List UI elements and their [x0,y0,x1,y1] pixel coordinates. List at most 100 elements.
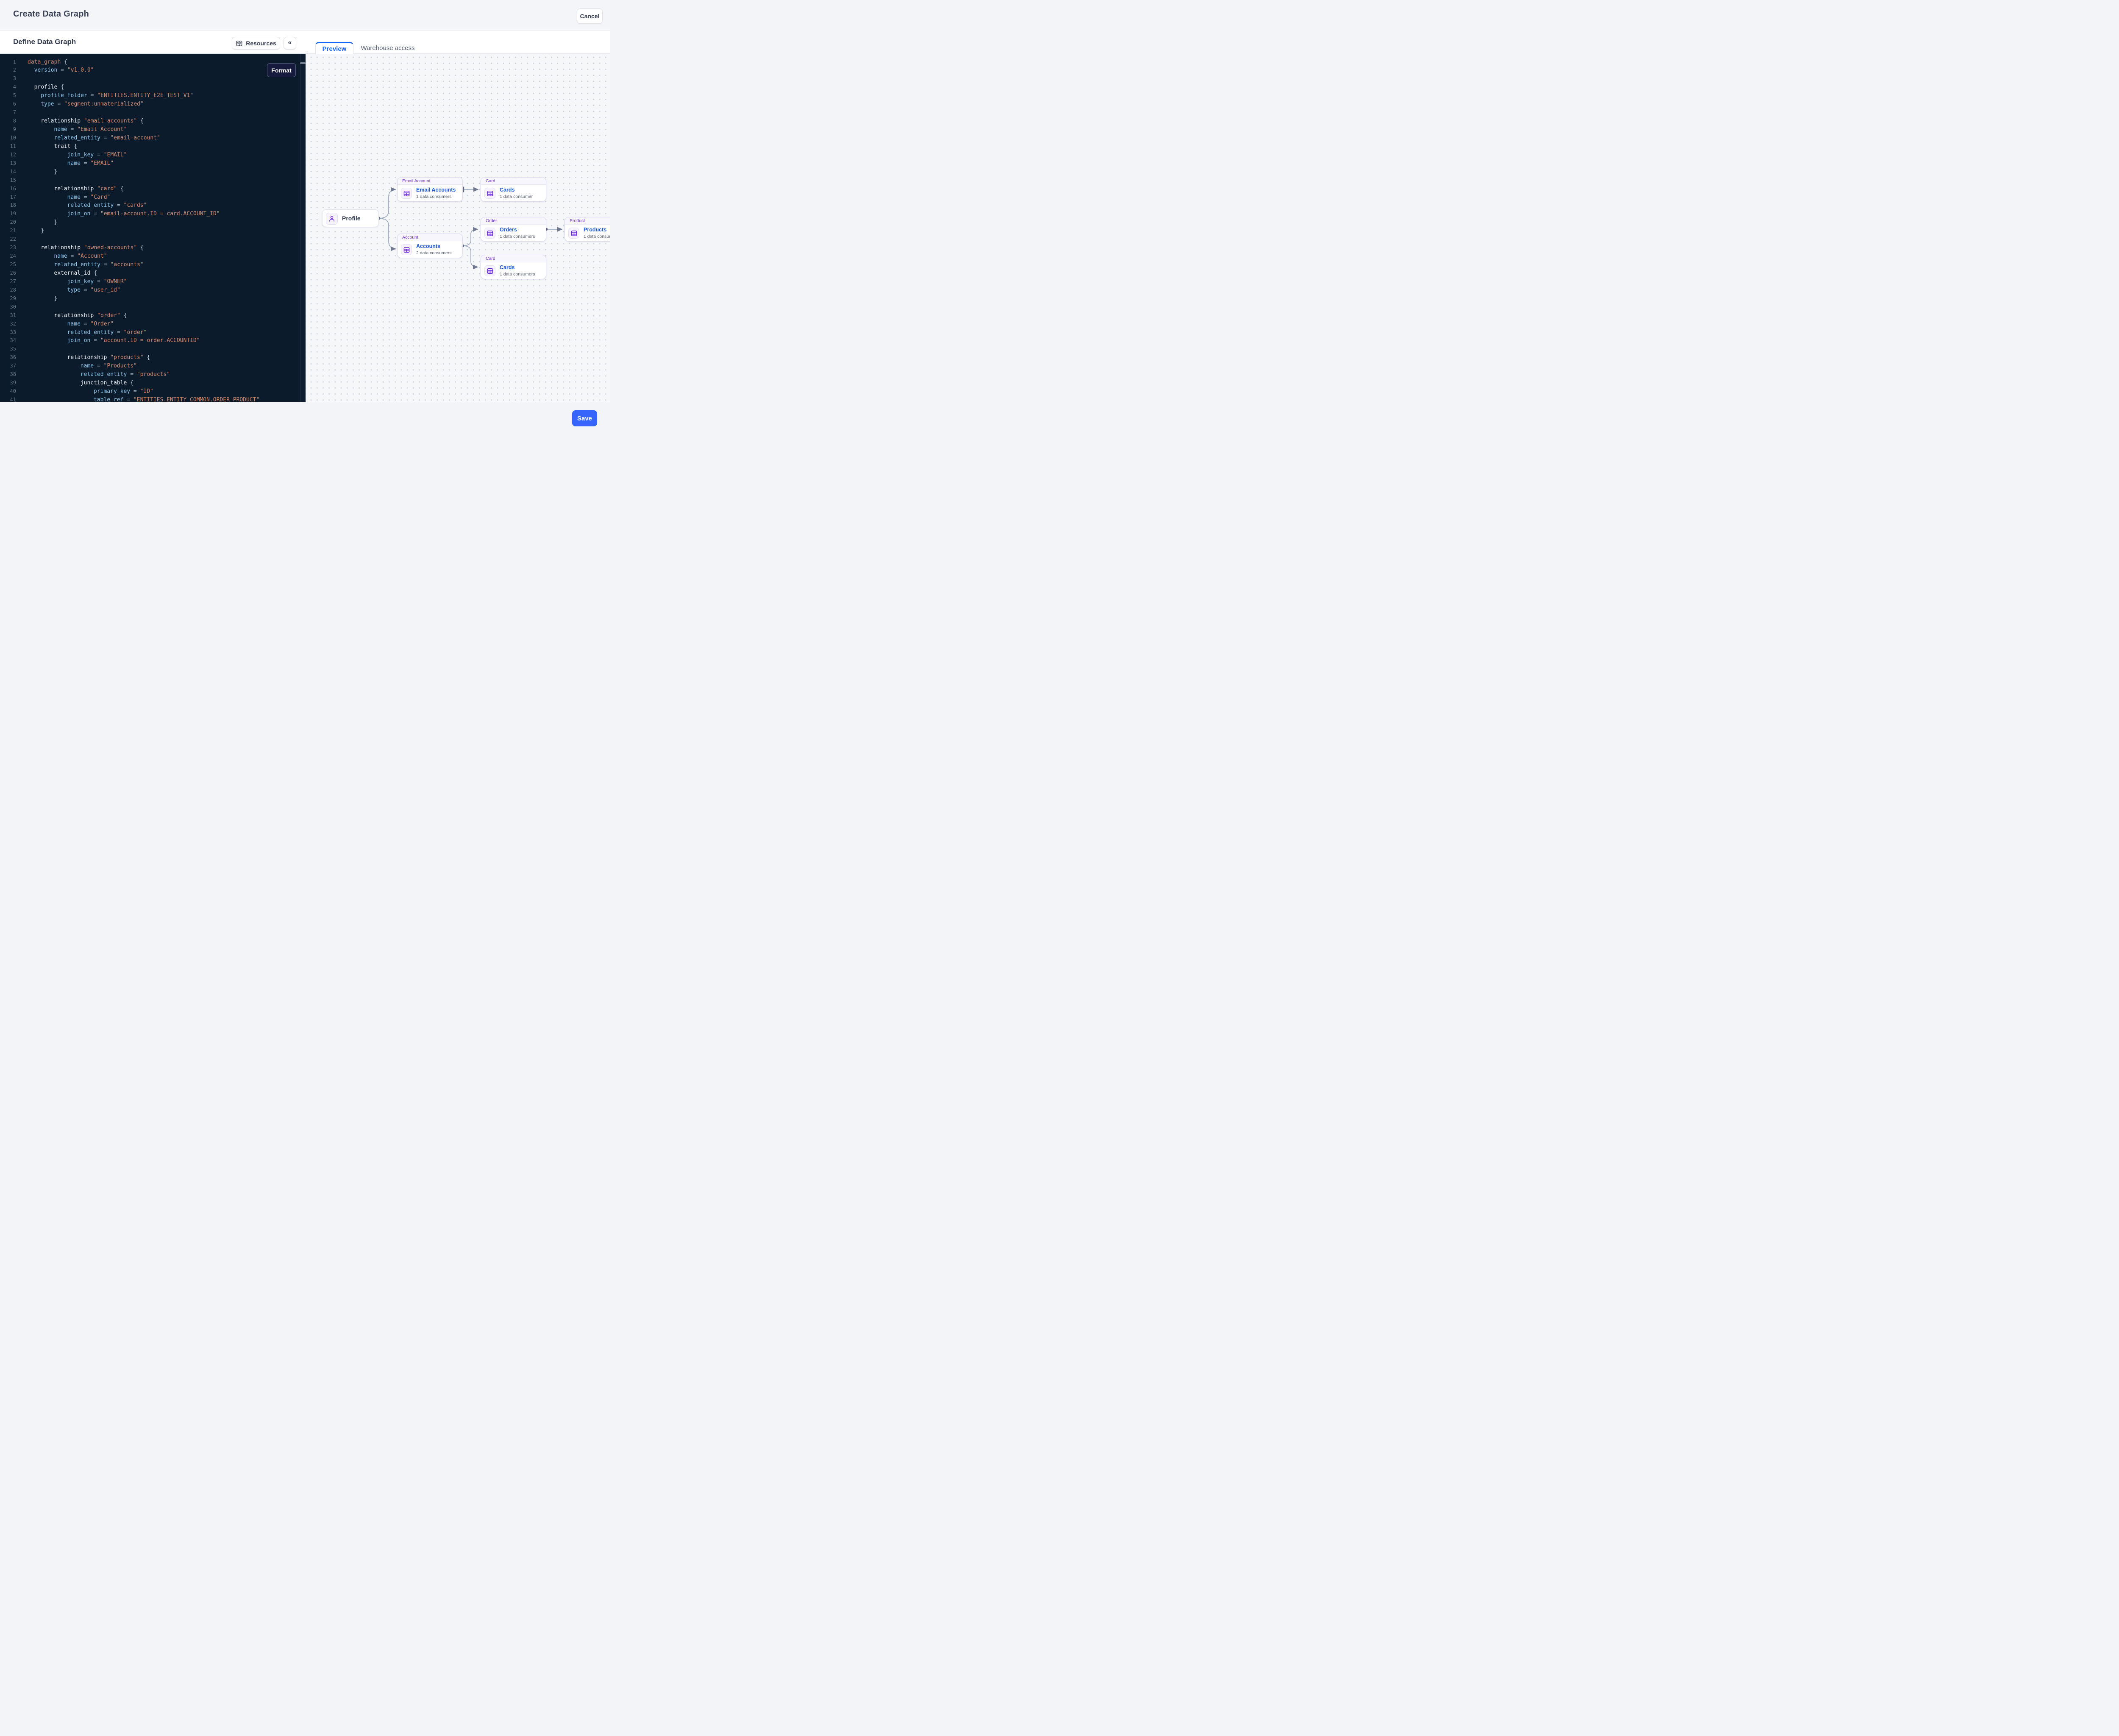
code-text: join_on = "email-account.ID = card.ACCOU… [67,210,220,218]
preview-canvas[interactable]: Profile Email AccountEmail Accounts1 dat… [306,54,610,402]
edge-profile-emailaccount [379,189,395,218]
code-line[interactable]: 34join_on = "account.ID = order.ACCOUNTI… [0,337,300,345]
line-number: 36 [0,353,16,362]
node-email-account[interactable]: Email AccountEmail Accounts1 data consum… [397,177,463,202]
code-line[interactable]: 1data_graph { [0,58,300,67]
code-text: relationship "card" { [54,185,123,193]
save-button[interactable]: Save [572,410,597,426]
line-number: 22 [0,235,16,244]
code-line[interactable]: 23relationship "owned-accounts" { [0,244,300,252]
line-number: 32 [0,320,16,328]
entity-title-link[interactable]: Accounts [416,243,440,249]
line-number: 1 [0,58,16,67]
line-number: 40 [0,387,16,396]
line-number: 26 [0,269,16,278]
code-line[interactable]: 8relationship "email-accounts" { [0,117,300,125]
code-line[interactable]: 24name = "Account" [0,252,300,261]
line-number: 20 [0,218,16,227]
line-number: 21 [0,227,16,235]
code-line[interactable]: 20} [0,218,300,227]
node-profile[interactable]: Profile [322,209,379,227]
code-line[interactable]: 4profile { [0,83,300,92]
entity-title-link[interactable]: Products [584,227,606,233]
code-line[interactable]: 31relationship "order" { [0,312,300,320]
code-line[interactable]: 9name = "Email Account" [0,125,300,134]
code-line[interactable]: 15 [0,176,300,185]
node-product[interactable]: ProductProducts1 data consumer [565,217,610,242]
collapse-panel-button[interactable]: « [284,37,296,50]
code-line[interactable]: 12 join_key = "EMAIL" [0,151,300,159]
entity-consumers-label: 1 data consumers [416,194,451,199]
code-line[interactable]: 3 [0,75,300,83]
entity-group-label: Card [481,178,546,185]
code-text: relationship "owned-accounts" { [41,244,144,252]
code-line[interactable]: 16relationship "card" { [0,185,300,193]
line-number: 12 [0,151,16,159]
code-line[interactable]: 21} [0,227,300,235]
node-card-top[interactable]: CardCards1 data consumer [481,177,546,202]
entity-consumers-label: 1 data consumers [500,234,535,239]
line-number: 37 [0,362,16,370]
code-text: type = "user_id" [67,286,120,295]
code-line[interactable]: 39junction_table { [0,379,300,387]
panel-title: Define Data Graph [13,38,76,46]
panel-divider[interactable] [300,54,306,402]
code-line[interactable]: 6type = "segment:unmaterialized" [0,100,300,108]
code-line[interactable]: 28type = "user_id" [0,286,300,295]
table-icon [401,188,412,199]
code-line[interactable]: 38related_entity = "products" [0,370,300,379]
code-line[interactable]: 25related_entity = "accounts" [0,261,300,269]
code-line[interactable]: 14} [0,168,300,176]
entity-title-link[interactable]: Email Accounts [416,187,456,193]
code-line[interactable]: 18related_entity = "cards" [0,201,300,210]
edge-account-card [463,246,478,267]
code-line[interactable]: 17name = "Card" [0,193,300,202]
code-line[interactable]: 22 [0,235,300,244]
entity-title-link[interactable]: Cards [500,187,514,193]
code-line[interactable]: 29} [0,295,300,303]
code-line[interactable]: 11trait { [0,142,300,151]
code-text: profile { [34,83,64,92]
tab-preview[interactable]: Preview [315,42,353,54]
code-line[interactable]: 7 [0,108,300,117]
resources-button[interactable]: Resources [232,37,280,50]
code-line[interactable]: 40primary_key = "ID" [0,387,300,396]
cancel-button[interactable]: Cancel [577,8,603,24]
code-line[interactable]: 33related_entity = "order" [0,328,300,337]
code-editor[interactable]: 1data_graph {2version = "v1.0.0"34profil… [0,54,300,402]
entity-title-link[interactable]: Orders [500,227,517,233]
format-button[interactable]: Format [267,63,296,77]
code-line[interactable]: 5profile_folder = "ENTITIES.ENTITY_E2E_T… [0,92,300,100]
divider-scroll-handle[interactable] [300,62,306,64]
line-number: 34 [0,337,16,345]
line-number: 41 [0,396,16,402]
line-number: 30 [0,303,16,312]
code-text: join_key = "EMAIL" [67,151,127,159]
line-number: 27 [0,278,16,286]
entity-title-link[interactable]: Cards [500,264,514,270]
code-line[interactable]: 41table_ref = "ENTITIES.ENTITY_COMMON.OR… [0,396,300,402]
code-line[interactable]: 19join_on = "email-account.ID = card.ACC… [0,210,300,218]
line-number: 33 [0,328,16,337]
code-line[interactable]: 13name = "EMAIL" [0,159,300,168]
code-text: profile_folder = "ENTITIES.ENTITY_E2E_TE… [41,92,193,100]
edge-account-order [463,229,478,246]
line-number: 2 [0,66,16,75]
node-account[interactable]: AccountAccounts2 data consumers [397,234,463,258]
node-card-bottom[interactable]: CardCards1 data consumers [481,255,546,279]
code-text: related_entity = "accounts" [54,261,143,269]
code-line[interactable]: 10related_entity = "email-account" [0,134,300,142]
code-line[interactable]: 32name = "Order" [0,320,300,328]
code-line[interactable]: 35 [0,345,300,353]
code-text: relationship "email-accounts" { [41,117,144,125]
entity-group-label: Account [398,234,462,241]
code-line[interactable]: 30 [0,303,300,312]
code-text: relationship "order" { [54,312,127,320]
code-line[interactable]: 2version = "v1.0.0" [0,66,300,75]
code-line[interactable]: 37name = "Products" [0,362,300,370]
code-line[interactable]: 26external_id { [0,269,300,278]
code-line[interactable]: 27join_key = "OWNER" [0,278,300,286]
code-line[interactable]: 36relationship "products" { [0,353,300,362]
node-order[interactable]: OrderOrders1 data consumers [481,217,546,242]
tab-warehouse-access[interactable]: Warehouse access [356,42,420,54]
